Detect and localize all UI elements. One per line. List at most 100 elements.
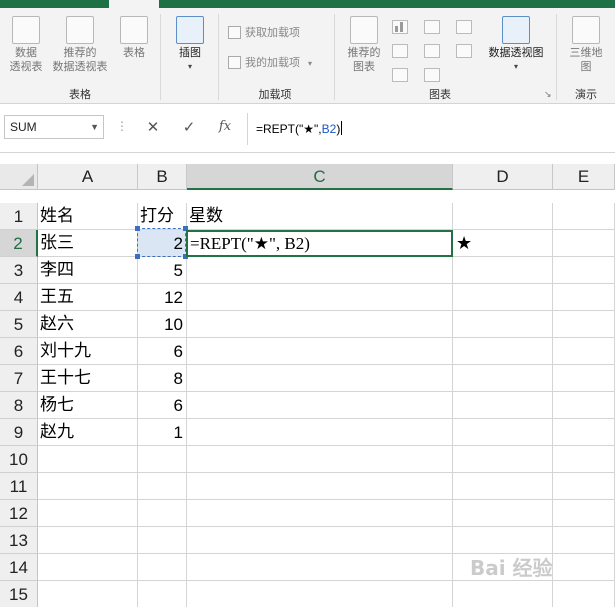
column-header-a[interactable]: A (38, 164, 138, 190)
cell-d5[interactable] (453, 311, 553, 338)
cell-a3[interactable]: 李四 (38, 257, 138, 284)
dialog-launcher-icon[interactable]: ↘ (544, 90, 552, 100)
row-header-10[interactable]: 10 (0, 446, 38, 473)
cell-e9[interactable] (553, 419, 615, 446)
cell-e8[interactable] (553, 392, 615, 419)
cell-c11[interactable] (187, 473, 453, 500)
3d-map-button[interactable]: 三维地 图 (562, 16, 610, 74)
cell-d8[interactable] (453, 392, 553, 419)
cell-b4[interactable]: 12 (138, 284, 187, 311)
cell-e6[interactable] (553, 338, 615, 365)
row-header-7[interactable]: 7 (0, 365, 38, 392)
insert-function-icon[interactable]: fx (214, 116, 236, 138)
column-header-c[interactable]: C (187, 164, 453, 190)
cell-e2[interactable] (553, 230, 615, 257)
cell-a12[interactable] (38, 500, 138, 527)
cell-d12[interactable] (453, 500, 553, 527)
row-header-9[interactable]: 9 (0, 419, 38, 446)
cell-c1[interactable]: 星数 (187, 203, 453, 230)
column-header-d[interactable]: D (453, 164, 553, 190)
get-addins-button[interactable]: 获取加载项 (228, 26, 300, 40)
row-header-2[interactable]: 2 (0, 230, 38, 257)
cell-d3[interactable] (453, 257, 553, 284)
row-header-5[interactable]: 5 (0, 311, 38, 338)
worksheet-grid[interactable]: A B C D E 1 2 3 4 5 6 7 8 9 10 11 12 13 … (0, 164, 615, 607)
cell-b5[interactable]: 10 (138, 311, 187, 338)
cell-c4[interactable] (187, 284, 453, 311)
cell-a14[interactable] (38, 554, 138, 581)
line-chart-icon[interactable] (424, 68, 440, 82)
cell-d1[interactable] (453, 203, 553, 230)
row-header-1[interactable]: 1 (0, 203, 38, 230)
pivot-chart-button[interactable]: 数据透视图 ▾ (484, 16, 548, 74)
cell-e5[interactable] (553, 311, 615, 338)
cell-d9[interactable] (453, 419, 553, 446)
row-header-11[interactable]: 11 (0, 473, 38, 500)
my-addins-button[interactable]: 我的加载项 ▾ (228, 56, 312, 71)
cell-a8[interactable]: 杨七 (38, 392, 138, 419)
active-tab[interactable] (109, 0, 159, 8)
cell-a9[interactable]: 赵九 (38, 419, 138, 446)
cell-d6[interactable] (453, 338, 553, 365)
cell-c3[interactable] (187, 257, 453, 284)
cell-b13[interactable] (138, 527, 187, 554)
row-header-6[interactable]: 6 (0, 338, 38, 365)
cell-d11[interactable] (453, 473, 553, 500)
cell-c5[interactable] (187, 311, 453, 338)
cell-d4[interactable] (453, 284, 553, 311)
chevron-down-icon[interactable]: ▼ (90, 116, 99, 138)
cell-b10[interactable] (138, 446, 187, 473)
cell-b8[interactable]: 6 (138, 392, 187, 419)
cell-a13[interactable] (38, 527, 138, 554)
enter-icon[interactable]: ✓ (178, 116, 200, 138)
pie-chart-icon[interactable] (392, 68, 408, 82)
cell-c13[interactable] (187, 527, 453, 554)
cell-b7[interactable]: 8 (138, 365, 187, 392)
cell-e1[interactable] (553, 203, 615, 230)
cell-c7[interactable] (187, 365, 453, 392)
cell-a11[interactable] (38, 473, 138, 500)
cell-e3[interactable] (553, 257, 615, 284)
cell-d7[interactable] (453, 365, 553, 392)
hierarchy-chart-icon[interactable] (424, 20, 440, 34)
cell-a4[interactable]: 王五 (38, 284, 138, 311)
cell-c10[interactable] (187, 446, 453, 473)
row-header-12[interactable]: 12 (0, 500, 38, 527)
row-header-8[interactable]: 8 (0, 392, 38, 419)
cell-e14[interactable] (553, 554, 615, 581)
cell-a15[interactable] (38, 581, 138, 607)
cell-e12[interactable] (553, 500, 615, 527)
cell-b15[interactable] (138, 581, 187, 607)
cell-b9[interactable]: 1 (138, 419, 187, 446)
combo-chart-icon[interactable] (456, 44, 472, 58)
row-header-13[interactable]: 13 (0, 527, 38, 554)
cancel-icon[interactable]: ✕ (142, 116, 164, 138)
cell-a5[interactable]: 赵六 (38, 311, 138, 338)
pivot-table-button[interactable]: 数据 透视表 (6, 16, 46, 74)
select-all-button[interactable] (0, 164, 38, 190)
cell-a2[interactable]: 张三 (38, 230, 138, 257)
name-box[interactable]: SUM ▼ (4, 115, 104, 139)
cell-a6[interactable]: 刘十九 (38, 338, 138, 365)
cell-d15[interactable] (453, 581, 553, 607)
formula-input[interactable]: =REPT("★",B2) (256, 121, 343, 136)
cell-c6[interactable] (187, 338, 453, 365)
cell-e7[interactable] (553, 365, 615, 392)
row-header-14[interactable]: 14 (0, 554, 38, 581)
cell-b1[interactable]: 打分 (138, 203, 187, 230)
cell-e13[interactable] (553, 527, 615, 554)
column-header-e[interactable]: E (553, 164, 615, 190)
scatter-chart-icon[interactable] (392, 44, 408, 58)
cell-c12[interactable] (187, 500, 453, 527)
column-chart-icon[interactable] (392, 20, 408, 34)
column-header-b[interactable]: B (138, 164, 187, 190)
row-header-3[interactable]: 3 (0, 257, 38, 284)
cell-d10[interactable] (453, 446, 553, 473)
statistic-chart-icon[interactable] (424, 44, 440, 58)
recommended-pivot-button[interactable]: 推荐的 数据透视表 (48, 16, 112, 74)
row-header-15[interactable]: 15 (0, 581, 38, 607)
cell-c9[interactable] (187, 419, 453, 446)
cell-d13[interactable] (453, 527, 553, 554)
cell-b6[interactable]: 6 (138, 338, 187, 365)
cell-a7[interactable]: 王十七 (38, 365, 138, 392)
